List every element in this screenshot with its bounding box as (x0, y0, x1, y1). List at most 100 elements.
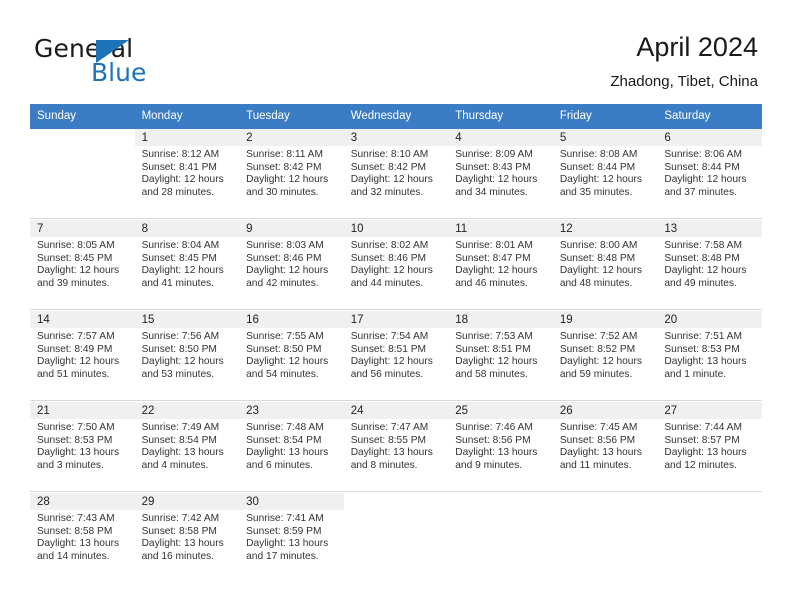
sunrise-text: Sunrise: 7:43 AM (37, 513, 115, 524)
day-details: Sunrise: 8:00 AM Sunset: 8:48 PM Daylight:… (553, 237, 658, 290)
calendar-day-cell[interactable]: 6 Sunrise: 8:06 AM Sunset: 8:44 PM Daylight… (657, 129, 762, 219)
daylight-text-line2: and 11 minutes. (559, 459, 632, 471)
sunset-text: Sunset: 8:45 PM (141, 252, 217, 264)
sunset-text: Sunset: 8:46 PM (350, 252, 427, 264)
day-cell-inner: 9 Sunrise: 8:03 AM Sunset: 8:46 PM Daylight… (239, 220, 344, 309)
logo-text-blue: Blue (91, 58, 147, 87)
day-number: 2 (239, 129, 344, 146)
daylight-text-line1: Daylight: 13 hours (664, 447, 747, 459)
day-number: 9 (239, 220, 344, 237)
sunset-text: Sunset: 8:48 PM (559, 252, 636, 264)
calendar-day-cell[interactable]: 29 Sunrise: 7:42 AM Sunset: 8:58 PM Dayligh… (134, 493, 240, 582)
weekday-header-wednesday: Wednesday (343, 104, 449, 129)
calendar-day-cell[interactable]: 1 Sunrise: 8:12 AM Sunset: 8:41 PM Daylight… (134, 129, 240, 219)
sunrise-text: Sunrise: 8:03 AM (246, 240, 324, 251)
day-number: 22 (134, 402, 240, 419)
sunset-text: Sunset: 8:56 PM (559, 434, 636, 446)
day-cell-inner: 29 Sunrise: 7:42 AM Sunset: 8:58 PM Dayligh… (134, 493, 240, 582)
day-details: Sunrise: 8:11 AM Sunset: 8:42 PM Daylight:… (239, 146, 344, 199)
daylight-text-line2: and 42 minutes. (246, 277, 319, 289)
sunrise-text: Sunrise: 7:58 AM (664, 240, 742, 251)
calendar-day-cell[interactable]: 13 Sunrise: 7:58 AM Sunset: 8:48 PM Dayligh… (657, 220, 762, 310)
day-details: Sunrise: 7:55 AM Sunset: 8:50 PM Daylight:… (239, 328, 344, 381)
day-details: Sunrise: 8:01 AM Sunset: 8:47 PM Daylight:… (448, 237, 553, 290)
calendar-day-cell[interactable]: 25 Sunrise: 7:46 AM Sunset: 8:56 PM Dayligh… (448, 402, 553, 492)
day-cell-inner: 21 Sunrise: 7:50 AM Sunset: 8:53 PM Dayligh… (30, 402, 135, 491)
calendar-day-cell[interactable]: 8 Sunrise: 8:04 AM Sunset: 8:45 PM Daylight… (134, 220, 240, 310)
weekday-header-sunday: Sunday (30, 104, 135, 129)
calendar-day-cell[interactable]: 12 Sunrise: 8:00 AM Sunset: 8:48 PM Dayligh… (552, 220, 658, 310)
day-cell-inner: 18 Sunrise: 7:53 AM Sunset: 8:51 PM Dayligh… (448, 311, 553, 400)
day-cell-inner: 5 Sunrise: 8:08 AM Sunset: 8:44 PM Daylight… (552, 129, 658, 218)
day-cell-inner: 6 Sunrise: 8:06 AM Sunset: 8:44 PM Daylight… (657, 129, 762, 218)
sunset-text: Sunset: 8:52 PM (559, 343, 636, 355)
daylight-text-line1: Daylight: 12 hours (246, 265, 329, 277)
calendar-day-cell[interactable]: 5 Sunrise: 8:08 AM Sunset: 8:44 PM Daylight… (552, 129, 658, 219)
day-cell-inner: 7 Sunrise: 8:05 AM Sunset: 8:45 PM Daylight… (30, 220, 135, 309)
sunset-text: Sunset: 8:42 PM (350, 161, 427, 173)
calendar-day-cell[interactable]: 2 Sunrise: 8:11 AM Sunset: 8:42 PM Daylight… (239, 129, 344, 219)
sunset-text: Sunset: 8:56 PM (455, 434, 531, 446)
sunrise-text: Sunrise: 7:48 AM (246, 422, 324, 433)
weekday-header-thursday: Thursday (448, 104, 553, 129)
daylight-text-line2: and 3 minutes. (37, 459, 104, 471)
calendar-day-cell[interactable]: 27 Sunrise: 7:44 AM Sunset: 8:57 PM Dayligh… (657, 402, 762, 492)
calendar-day-cell[interactable]: 14 Sunrise: 7:57 AM Sunset: 8:49 PM Dayligh… (30, 311, 135, 401)
day-cell-inner (657, 493, 762, 582)
calendar-day-cell[interactable]: 11 Sunrise: 8:01 AM Sunset: 8:47 PM Dayligh… (448, 220, 553, 310)
calendar-day-cell[interactable]: 18 Sunrise: 7:53 AM Sunset: 8:51 PM Dayligh… (448, 311, 553, 401)
day-number: 15 (134, 311, 240, 328)
page-subtitle: Zhadong, Tibet, China (610, 73, 758, 90)
calendar-day-cell[interactable]: 3 Sunrise: 8:10 AM Sunset: 8:42 PM Daylight… (343, 129, 449, 219)
sunset-text: Sunset: 8:51 PM (455, 343, 531, 355)
calendar-day-cell[interactable]: 17 Sunrise: 7:54 AM Sunset: 8:51 PM Dayligh… (343, 311, 449, 401)
day-details: Sunrise: 8:10 AM Sunset: 8:42 PM Daylight:… (344, 146, 449, 199)
daylight-text-line1: Daylight: 12 hours (455, 174, 538, 186)
calendar-day-cell[interactable]: 16 Sunrise: 7:55 AM Sunset: 8:50 PM Dayligh… (239, 311, 344, 401)
sunrise-text: Sunrise: 8:04 AM (141, 240, 220, 251)
weekday-header-tuesday: Tuesday (239, 104, 344, 129)
calendar-day-cell[interactable]: 15 Sunrise: 7:56 AM Sunset: 8:50 PM Dayligh… (134, 311, 240, 401)
day-cell-inner: 15 Sunrise: 7:56 AM Sunset: 8:50 PM Dayligh… (134, 311, 240, 400)
daylight-text-line1: Daylight: 13 hours (141, 447, 224, 459)
sunset-text: Sunset: 8:44 PM (664, 161, 740, 173)
day-number: 27 (657, 402, 762, 419)
calendar-empty-cell (30, 129, 135, 219)
calendar-day-cell[interactable]: 22 Sunrise: 7:49 AM Sunset: 8:54 PM Dayligh… (134, 402, 240, 492)
day-number: 6 (657, 129, 762, 146)
calendar-day-cell[interactable]: 28 Sunrise: 7:43 AM Sunset: 8:58 PM Dayligh… (30, 493, 135, 582)
calendar-body: 1 Sunrise: 8:12 AM Sunset: 8:41 PM Daylight… (30, 129, 762, 582)
daylight-text-line1: Daylight: 13 hours (246, 447, 329, 459)
day-number: 16 (239, 311, 344, 328)
day-number: 5 (552, 129, 658, 146)
weekday-header-saturday: Saturday (657, 104, 762, 129)
day-number: 17 (343, 311, 449, 328)
calendar-day-cell[interactable]: 24 Sunrise: 7:47 AM Sunset: 8:55 PM Dayligh… (343, 402, 449, 492)
daylight-text-line2: and 54 minutes. (246, 368, 319, 380)
daylight-text-line2: and 39 minutes. (37, 277, 110, 289)
calendar-day-cell[interactable]: 20 Sunrise: 7:51 AM Sunset: 8:53 PM Dayligh… (657, 311, 762, 401)
daylight-text-line1: Daylight: 12 hours (559, 265, 642, 277)
daylight-text-line1: Daylight: 12 hours (141, 265, 224, 277)
day-cell-inner: 25 Sunrise: 7:46 AM Sunset: 8:56 PM Dayligh… (448, 402, 553, 491)
day-number: 23 (239, 402, 344, 419)
sunrise-text: Sunrise: 7:41 AM (246, 513, 324, 524)
calendar-day-cell[interactable]: 10 Sunrise: 8:02 AM Sunset: 8:46 PM Dayligh… (343, 220, 449, 310)
daylight-text-line2: and 28 minutes. (141, 186, 215, 198)
calendar-day-cell[interactable]: 4 Sunrise: 8:09 AM Sunset: 8:43 PM Daylight… (448, 129, 553, 219)
general-blue-logo[interactable]: General Blue (34, 36, 264, 92)
calendar-day-cell[interactable]: 23 Sunrise: 7:48 AM Sunset: 8:54 PM Dayligh… (239, 402, 344, 492)
calendar-day-cell[interactable]: 9 Sunrise: 8:03 AM Sunset: 8:46 PM Daylight… (239, 220, 344, 310)
day-details: Sunrise: 7:54 AM Sunset: 8:51 PM Daylight:… (344, 328, 449, 381)
calendar-day-cell[interactable]: 30 Sunrise: 7:41 AM Sunset: 8:59 PM Dayligh… (239, 493, 344, 582)
sunset-text: Sunset: 8:49 PM (37, 343, 113, 355)
calendar-day-cell[interactable]: 26 Sunrise: 7:45 AM Sunset: 8:56 PM Dayligh… (552, 402, 658, 492)
daylight-text-line2: and 51 minutes. (37, 368, 110, 380)
daylight-text-line1: Daylight: 12 hours (455, 356, 538, 368)
sunset-text: Sunset: 8:47 PM (455, 252, 531, 264)
sunrise-text: Sunrise: 8:08 AM (559, 149, 638, 160)
calendar-day-cell[interactable]: 7 Sunrise: 8:05 AM Sunset: 8:45 PM Daylight… (30, 220, 135, 310)
calendar-day-cell[interactable]: 21 Sunrise: 7:50 AM Sunset: 8:53 PM Dayligh… (30, 402, 135, 492)
daylight-text-line2: and 16 minutes. (141, 550, 215, 562)
calendar-day-cell[interactable]: 19 Sunrise: 7:52 AM Sunset: 8:52 PM Dayligh… (552, 311, 658, 401)
